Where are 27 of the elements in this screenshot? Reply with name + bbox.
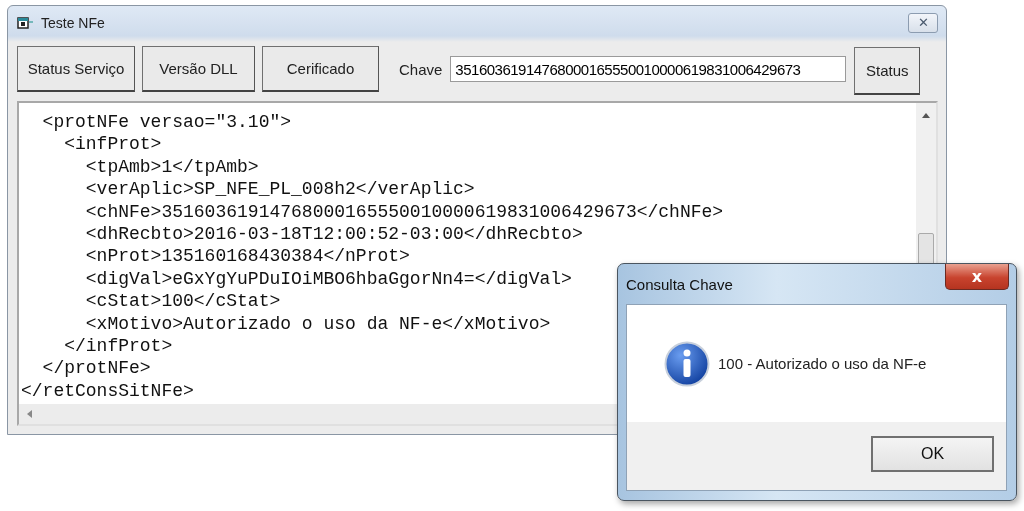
xml-line: </retConsSitNFe>: [21, 379, 194, 402]
xml-line: </infProt>: [63, 334, 173, 357]
dialog-message: 100 - Autorizado o uso da NF-e: [718, 355, 927, 372]
info-icon: [664, 340, 710, 387]
toolbar-button[interactable]: Cerificado: [262, 46, 379, 92]
close-button[interactable]: x: [945, 264, 1009, 290]
xml-line: <tpAmb>1</tpAmb>: [84, 155, 259, 178]
window-icon: [17, 15, 35, 30]
xml-line: <xMotivo>Autorizado o uso da NF-e</xMotivo>: [84, 312, 551, 335]
xml-line: <nProt>135160168430384</nProt>: [84, 245, 410, 268]
xml-line: <digVal>eGxYgYuPDuIOiMBO6hbaGgorNn4=</digVal>: [84, 267, 572, 290]
xml-line: <infProt>: [63, 133, 162, 156]
xml-line: <verAplic>SP_NFE_PL_008h2</verAplic>: [84, 178, 475, 201]
key-field[interactable]: 35160361914768000165550010000619831006429673: [450, 56, 847, 82]
ok-button[interactable]: OK: [871, 435, 994, 472]
xml-line: <cStat>100</cStat>: [84, 290, 281, 313]
xml-line: </protNFe>: [41, 357, 151, 380]
status-button[interactable]: Status: [854, 47, 921, 95]
xml-line: <dhRecbto>2016-03-18T12:00:52-03:00</dhRecbto>: [84, 222, 583, 245]
close-button[interactable]: ✕: [908, 12, 938, 33]
xml-line: <chNFe>35160361914768000165550010000619831006429673</chNFe>: [84, 200, 724, 223]
key-label: Chave: [399, 60, 443, 78]
xml-line: <protNFe versao="3.10">: [41, 111, 292, 133]
window-title: Teste NFe: [41, 14, 106, 31]
toolbar-button[interactable]: Status Serviço: [17, 46, 135, 92]
dialog-title: Consulta Chave: [626, 275, 733, 293]
toolbar-button[interactable]: Versão DLL: [142, 46, 255, 92]
